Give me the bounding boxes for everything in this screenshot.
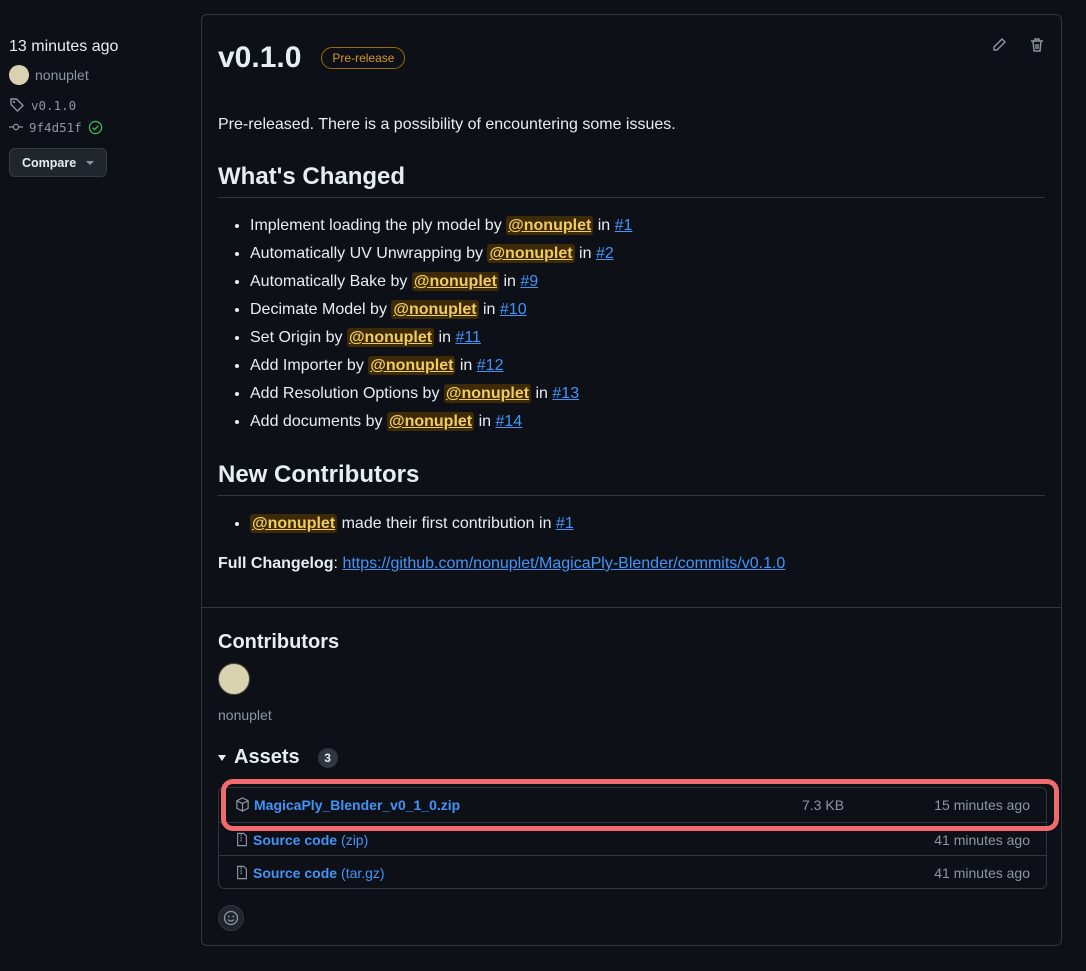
change-text: Automatically Bake by	[250, 273, 408, 290]
in-text: in	[483, 301, 496, 318]
changes-list: Implement loading the ply model by @nonu…	[218, 212, 632, 436]
release-title[interactable]: v0.1.0	[218, 41, 301, 75]
file-zip-icon	[237, 865, 247, 880]
list-item: Set Origin by @nonuplet in #11	[250, 324, 632, 352]
in-text: in	[459, 357, 473, 374]
pr-link[interactable]: #1	[615, 217, 633, 234]
list-item: Add Resolution Options by @nonuplet in #…	[250, 380, 632, 408]
smiley-icon	[223, 910, 239, 926]
mention-link[interactable]: @nonuplet	[443, 384, 532, 403]
whats-changed-section: What's Changed	[218, 163, 1045, 198]
list-item: @nonuplet made their first contribution …	[250, 510, 574, 538]
list-item: Automatically UV Unwrapping by @nonuplet…	[250, 240, 632, 268]
contributor-avatar[interactable]	[218, 663, 250, 695]
change-text: Add documents by	[250, 413, 383, 430]
asset-name[interactable]: Source code	[253, 832, 337, 848]
in-text: in	[478, 413, 492, 430]
change-text: Decimate Model by	[250, 301, 387, 318]
whats-changed-heading: What's Changed	[218, 163, 406, 190]
in-text: in	[535, 385, 548, 402]
mention-link[interactable]: @nonuplet	[411, 272, 499, 291]
mention-link[interactable]: @nonuplet	[391, 300, 479, 319]
mention-link[interactable]: @nonuplet	[487, 244, 575, 263]
pr-link[interactable]: #1	[556, 515, 574, 532]
change-text: Automatically UV Unwrapping by	[250, 245, 483, 262]
file-zip-icon	[237, 832, 247, 847]
mention-link[interactable]: @nonuplet	[250, 514, 338, 533]
list-item: Add Importer by @nonuplet in #12	[250, 352, 632, 380]
list-item: Decimate Model by @nonuplet in #10	[250, 296, 632, 324]
tag-row[interactable]: v0.1.0	[9, 94, 189, 116]
assets-count-badge: 3	[317, 747, 338, 768]
change-text: Implement loading the ply model by	[250, 217, 502, 234]
check-circle-icon[interactable]	[88, 120, 103, 135]
commit-sha[interactable]: 9f4d51f	[29, 120, 82, 135]
tag-icon	[10, 98, 24, 112]
mention-link[interactable]: @nonuplet	[506, 216, 594, 235]
assets-heading: Assets	[234, 746, 300, 768]
release-meta: 13 minutes ago nonuplet v0.1.0 9f4d51f C…	[9, 38, 189, 177]
chevron-down-icon	[86, 160, 95, 165]
mention-link[interactable]: @nonuplet	[386, 412, 475, 431]
changelog-link[interactable]: https://github.com/nonuplet/MagicaPly-Bl…	[342, 555, 785, 572]
contributor-name[interactable]: nonuplet	[218, 707, 272, 723]
release-time: 13 minutes ago	[9, 38, 119, 55]
add-reaction-button[interactable]	[218, 905, 244, 931]
list-item: Add documents by @nonuplet in #14	[250, 408, 632, 436]
section-divider	[202, 607, 1061, 608]
asset-link[interactable]: Source code (tar.gz)	[235, 865, 385, 881]
pr-link[interactable]: #10	[500, 301, 527, 318]
in-text: in	[503, 273, 516, 290]
commit-row[interactable]: 9f4d51f	[9, 116, 189, 138]
new-contributors-heading: New Contributors	[218, 461, 420, 488]
pr-link[interactable]: #13	[552, 385, 579, 402]
asset-link[interactable]: Source code (zip)	[235, 832, 368, 848]
author-row[interactable]: nonuplet	[9, 64, 189, 86]
assets-toggle[interactable]: Assets 3	[218, 746, 338, 769]
release-header: v0.1.0 Pre-release	[218, 41, 406, 75]
release-actions	[991, 37, 1045, 53]
asset-date: 41 minutes ago	[934, 864, 1030, 881]
new-contributors-list: @nonuplet made their first contribution …	[218, 510, 574, 538]
pencil-icon[interactable]	[991, 37, 1007, 53]
pr-link[interactable]: #11	[455, 329, 481, 346]
pr-link[interactable]: #9	[520, 273, 538, 290]
prerelease-badge: Pre-release	[321, 47, 406, 69]
list-item: Implement loading the ply model by @nonu…	[250, 212, 632, 240]
mention-link[interactable]: @nonuplet	[346, 328, 435, 347]
highlight-box	[221, 779, 1059, 831]
change-text: Set Origin by	[250, 329, 343, 346]
pr-link[interactable]: #2	[596, 245, 614, 262]
pr-link[interactable]: #14	[495, 413, 522, 430]
commit-icon	[9, 123, 23, 131]
list-item: Automatically Bake by @nonuplet in #9	[250, 268, 632, 296]
in-text: in	[597, 217, 611, 234]
new-contributors-section: New Contributors	[218, 461, 1045, 496]
compare-label: Compare	[22, 155, 77, 170]
compare-button[interactable]: Compare	[9, 148, 108, 177]
tag-label[interactable]: v0.1.0	[31, 98, 76, 113]
full-changelog: Full Changelog: https://github.com/nonup…	[218, 555, 786, 572]
pr-link[interactable]: #12	[477, 357, 504, 374]
release-card: v0.1.0 Pre-release Pre-released. There i…	[201, 14, 1062, 946]
change-text: Add Importer by	[250, 357, 364, 374]
changelog-label: Full Changelog	[218, 555, 334, 572]
asset-row[interactable]: Source code (tar.gz) 41 minutes ago	[219, 855, 1046, 889]
author-name[interactable]: nonuplet	[35, 67, 89, 83]
mention-link[interactable]: @nonuplet	[368, 356, 456, 375]
contribution-text: made their first contribution in	[341, 515, 552, 532]
asset-name[interactable]: Source code	[253, 865, 337, 881]
trash-icon[interactable]	[1029, 37, 1045, 53]
triangle-down-icon	[218, 754, 226, 761]
asset-date: 41 minutes ago	[934, 831, 1030, 848]
asset-suffix[interactable]: (zip)	[341, 832, 368, 848]
release-intro: Pre-released. There is a possibility of …	[218, 116, 676, 133]
asset-suffix[interactable]: (tar.gz)	[341, 865, 385, 881]
contributors-heading: Contributors	[218, 631, 340, 653]
in-text: in	[438, 329, 451, 346]
author-avatar[interactable]	[9, 65, 29, 85]
change-text: Add Resolution Options by	[250, 385, 440, 402]
in-text: in	[579, 245, 592, 262]
